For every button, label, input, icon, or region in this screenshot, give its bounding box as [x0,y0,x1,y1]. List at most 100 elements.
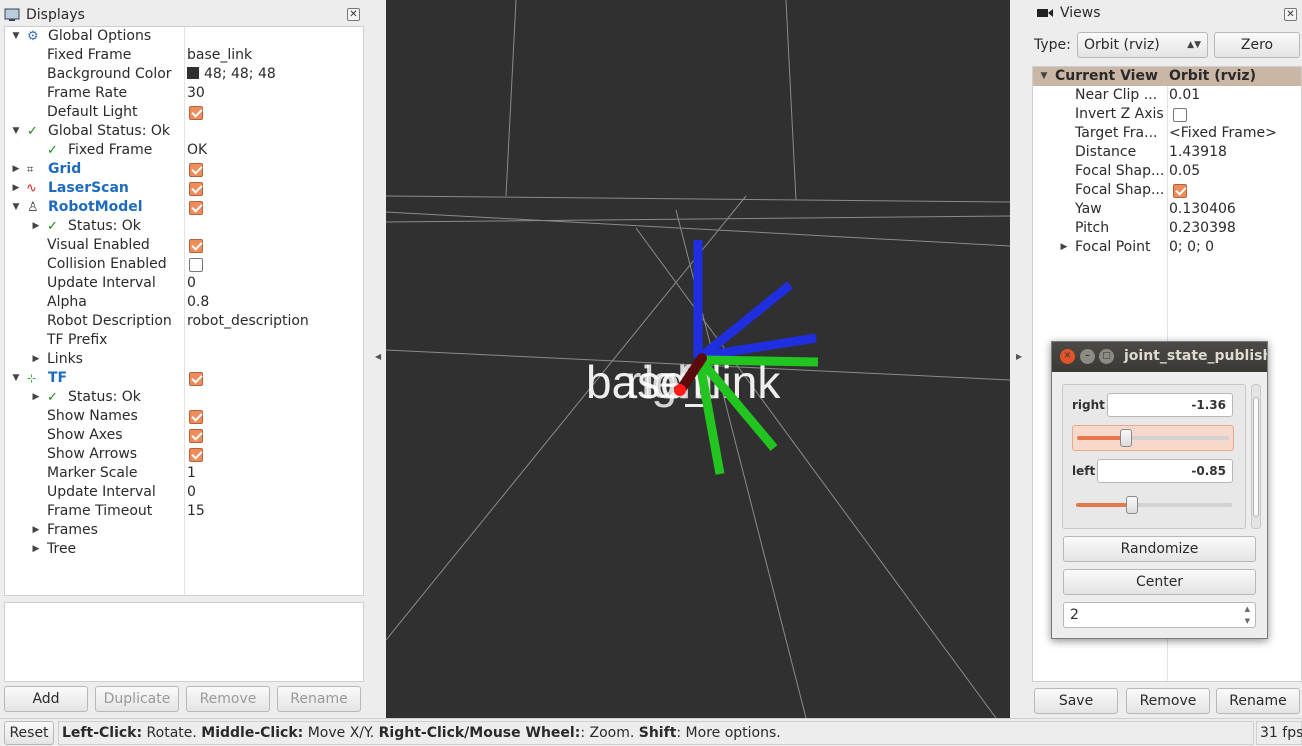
show-axes-checkbox[interactable] [189,429,203,443]
view-row-pitch[interactable]: Pitch 0.230398 [1033,219,1301,238]
tree-value[interactable]: base_link [187,46,252,65]
tree-value[interactable]: 1 [187,464,196,483]
tree-row-show-names[interactable]: Show Names [5,407,363,426]
tree-row-frame-rate[interactable]: Frame Rate 30 [5,84,363,103]
viewport-canvas[interactable]: base_link right left [386,0,1010,718]
expand-down-icon[interactable]: ▼ [11,27,21,46]
grid-checkbox[interactable] [189,163,203,177]
robotmodel-checkbox[interactable] [189,201,203,215]
expand-right-icon[interactable]: ▶ [11,179,21,198]
jsp-titlebar[interactable]: ✕ – □ joint_state_publisher [1052,342,1267,372]
zero-button[interactable]: Zero [1214,32,1300,58]
view-row-invert-z[interactable]: Invert Z Axis [1033,105,1301,124]
views-remove-button[interactable]: Remove [1126,688,1210,714]
jsp-scrollbar-thumb[interactable] [1253,397,1259,517]
joint-right-value-field[interactable]: -1.36 [1107,393,1233,417]
view-value[interactable]: <Fixed Frame> [1169,124,1277,143]
default-light-checkbox[interactable] [189,106,203,120]
expand-down-icon[interactable]: ▼ [11,122,21,141]
slider-knob[interactable] [1126,496,1138,514]
tree-row-default-light[interactable]: Default Light [5,103,363,122]
joint-left-slider[interactable] [1076,496,1232,514]
tree-row-alpha[interactable]: Alpha 0.8 [5,293,363,312]
visual-enabled-checkbox[interactable] [189,239,203,253]
tree-row-tf-update-interval[interactable]: Update Interval 0 [5,483,363,502]
tree-row-rm-update-interval[interactable]: Update Interval 0 [5,274,363,293]
add-button[interactable]: Add [4,686,88,712]
collapse-left-icon[interactable]: ◀ [375,352,381,361]
tree-row-background-color[interactable]: Background Color 48; 48; 48 [5,65,363,84]
tree-value[interactable]: robot_description [187,312,309,331]
expand-right-icon[interactable]: ▶ [11,160,21,179]
view-row-focal-shape-size[interactable]: Focal Shap... 0.05 [1033,162,1301,181]
view-value[interactable]: 0.01 [1169,86,1200,105]
displays-close-icon[interactable]: ✕ [347,8,360,21]
view-row-focal-point[interactable]: ▶ Focal Point 0; 0; 0 [1033,238,1301,257]
center-button[interactable]: Center [1063,569,1256,595]
color-swatch[interactable] [187,67,199,79]
tree-row-fixed-frame[interactable]: Fixed Frame base_link [5,46,363,65]
render-viewport[interactable]: base_link right left [386,0,1010,718]
tree-value[interactable]: 0.8 [187,293,209,312]
joint-right-slider[interactable] [1077,429,1229,447]
joint-state-publisher-window[interactable]: ✕ – □ joint_state_publisher right -1.36 … [1051,341,1268,639]
view-value[interactable]: 0.130406 [1169,200,1236,219]
view-value[interactable]: 1.43918 [1169,143,1227,162]
view-row-target-frame[interactable]: Target Fra... <Fixed Frame> [1033,124,1301,143]
invert-z-checkbox[interactable] [1173,108,1187,122]
joint-left-value-field[interactable]: -0.85 [1097,459,1233,483]
jsp-scrollbar[interactable] [1251,384,1261,529]
tree-row-show-arrows[interactable]: Show Arrows [5,445,363,464]
views-rename-button[interactable]: Rename [1216,688,1300,714]
jsp-spinbox[interactable]: 2 ▲ ▼ [1063,602,1256,628]
expand-down-icon[interactable]: ▼ [11,198,21,217]
tree-row-marker-scale[interactable]: Marker Scale 1 [5,464,363,483]
joint-right-slider-frame[interactable] [1072,425,1234,451]
expand-right-icon[interactable]: ▶ [1059,238,1069,257]
displays-tree[interactable]: ▼ ⚙ Global Options Fixed Frame base_link… [4,26,364,596]
tree-row-tf-prefix[interactable]: TF Prefix [5,331,363,350]
current-view-header[interactable]: ▼ Current View Orbit (rviz) [1033,67,1301,86]
show-arrows-checkbox[interactable] [189,448,203,462]
views-close-icon[interactable]: ✕ [1284,8,1297,21]
tree-row-robot-description[interactable]: Robot Description robot_description [5,312,363,331]
expand-right-icon[interactable]: ▶ [31,217,41,236]
tree-row-collision-enabled[interactable]: Collision Enabled [5,255,363,274]
view-row-distance[interactable]: Distance 1.43918 [1033,143,1301,162]
view-value[interactable]: 0.230398 [1169,219,1236,238]
randomize-button[interactable]: Randomize [1063,536,1256,562]
tree-row-laserscan[interactable]: ▶ ∿ LaserScan [5,179,363,198]
tree-row-robotmodel-status[interactable]: ▶ ✓ Status: Ok [5,217,363,236]
view-value[interactable]: 0; 0; 0 [1169,238,1214,257]
right-splitter[interactable]: ▶ [1010,0,1030,718]
expand-down-icon[interactable]: ▼ [11,369,21,388]
expand-right-icon[interactable]: ▶ [31,350,41,369]
tree-row-frame-timeout[interactable]: Frame Timeout 15 [5,502,363,521]
remove-button[interactable]: Remove [186,686,270,712]
tree-row-tf[interactable]: ▼ ⊹ TF [5,369,363,388]
tree-row-robotmodel[interactable]: ▼ ♙ RobotModel [5,198,363,217]
expand-down-icon[interactable]: ▼ [1039,67,1049,86]
duplicate-button[interactable]: Duplicate [95,686,179,712]
tf-checkbox[interactable] [189,372,203,386]
tree-value[interactable]: 0 [187,274,196,293]
spinner-arrows-icon[interactable]: ▲ ▼ [1245,603,1250,627]
window-minimize-icon[interactable]: – [1080,349,1095,364]
slider-knob[interactable] [1120,429,1132,447]
tree-row-links[interactable]: ▶ Links [5,350,363,369]
left-splitter[interactable]: ◀ [370,0,386,718]
tree-row-global-options[interactable]: ▼ ⚙ Global Options [5,27,363,46]
tree-row-grid[interactable]: ▶ ⌗ Grid [5,160,363,179]
views-save-button[interactable]: Save [1034,688,1118,714]
view-type-select[interactable]: Orbit (rviz) ▲▼ [1077,32,1208,58]
reset-button[interactable]: Reset [4,721,54,745]
tree-value[interactable]: 48; 48; 48 [187,65,276,84]
tree-row-status-fixed-frame[interactable]: ✓ Fixed Frame OK [5,141,363,160]
rename-button[interactable]: Rename [277,686,361,712]
tree-row-show-axes[interactable]: Show Axes [5,426,363,445]
focal-shape-checkbox[interactable] [1173,184,1187,198]
view-value[interactable]: 0.05 [1169,162,1200,181]
expand-right-icon[interactable]: ▶ [31,521,41,540]
tree-row-visual-enabled[interactable]: Visual Enabled [5,236,363,255]
tree-row-frames[interactable]: ▶ Frames [5,521,363,540]
